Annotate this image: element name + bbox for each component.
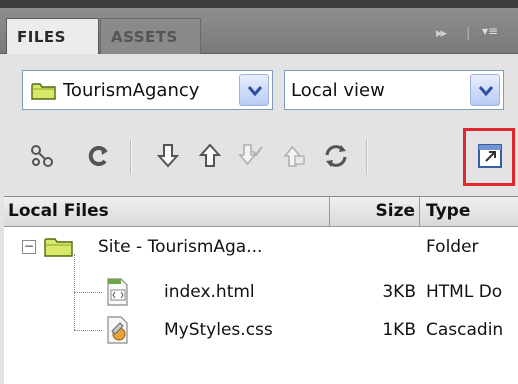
folder-icon [31,81,57,105]
view-select-value: Local view [291,80,385,101]
get-files-button[interactable] [148,136,188,176]
file-type: Folder [426,237,479,257]
file-type: Cascadin [426,320,504,340]
file-name: index.html [164,282,255,302]
column-header-local-files[interactable]: Local Files [4,197,330,227]
expand-view-button[interactable] [470,136,510,176]
table-header: Local Files Size Type [4,197,518,227]
tab-assets[interactable]: ASSETS [100,18,201,54]
view-select[interactable]: Local view [284,70,504,110]
chevron-down-icon[interactable] [239,74,269,106]
panel-top-strip [0,0,518,8]
site-select-value: TourismAgancy [63,80,200,101]
check-in-button[interactable] [274,136,314,176]
collapse-icon[interactable]: − [22,240,36,254]
expand-panels-icon[interactable]: ▸▸ [436,26,447,41]
html-file-icon [102,277,132,311]
toolbar-separator [130,140,132,174]
files-panel: FILES ASSETS ▸▸ | ▾≡ TourismAgancy Local… [0,0,518,384]
column-header-size[interactable]: Size [330,197,420,227]
refresh-button[interactable] [78,136,118,176]
file-type: HTML Do [426,282,503,302]
tab-files[interactable]: FILES [6,18,99,54]
table-row[interactable]: − Site - TourismAga... Folder [4,228,518,266]
put-files-button[interactable] [190,136,230,176]
file-name: Site - TourismAga... [98,237,263,257]
check-out-button[interactable] [230,136,270,176]
table-row[interactable]: index.html 3KB HTML Do [4,273,518,311]
site-select[interactable]: TourismAgancy [22,70,273,110]
toolbar-separator [366,140,368,174]
css-file-icon [102,315,132,349]
tab-controls-separator: | [466,26,471,41]
table-row[interactable]: MyStyles.css 1KB Cascadin [4,311,518,349]
file-size: 3KB [382,282,416,302]
file-size: 1KB [382,320,416,340]
panel-tab-bar: FILES ASSETS ▸▸ | ▾≡ [0,8,518,54]
chevron-down-icon[interactable] [470,74,500,106]
column-header-type[interactable]: Type [420,197,518,227]
panel-menu-icon[interactable]: ▾≡ [482,24,514,42]
panel-content: TourismAgancy Local view Local Files Siz… [0,54,518,384]
files-toolbar [0,128,518,186]
synchronize-button[interactable] [316,136,356,176]
folder-icon [44,236,74,262]
file-name: MyStyles.css [164,320,273,340]
connect-button[interactable] [22,136,62,176]
local-files-table: Local Files Size Type − Site - TourismAg… [4,196,518,384]
